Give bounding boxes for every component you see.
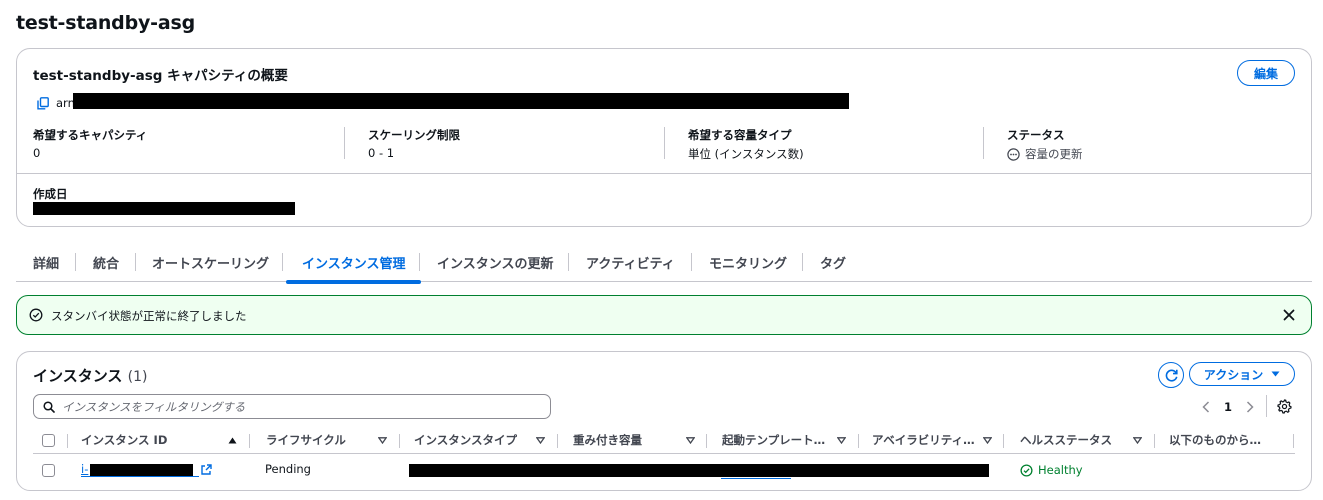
chevron-right-icon[interactable] xyxy=(1246,401,1254,413)
tab-activity[interactable]: アクティビティ xyxy=(586,242,675,282)
created-date-value-redacted xyxy=(33,202,295,215)
sort-icon[interactable] xyxy=(686,437,695,444)
divider xyxy=(983,127,984,159)
scaling-limits-value: 0 - 1 xyxy=(368,146,395,160)
divider xyxy=(17,173,1311,174)
column-divider xyxy=(858,434,859,448)
chevron-left-icon[interactable] xyxy=(1202,401,1210,413)
edit-button[interactable]: 編集 xyxy=(1237,60,1295,86)
tab-tags[interactable]: タグ xyxy=(820,242,846,282)
tab-details[interactable]: 詳細 xyxy=(33,242,59,282)
external-link-icon[interactable] xyxy=(201,464,212,475)
created-date-label: 作成日 xyxy=(33,187,68,201)
instances-count: (1) xyxy=(127,369,148,385)
created-date-field: 作成日 xyxy=(33,186,68,202)
gear-icon[interactable] xyxy=(1277,399,1292,414)
column-divider xyxy=(67,434,68,448)
column-header-availability-zone[interactable]: アベイラビリティ… xyxy=(872,432,975,448)
health-status-cell: Healthy xyxy=(1020,463,1083,477)
refresh-icon xyxy=(1165,369,1178,382)
success-flash-message: スタンバイ状態が正常に終了しました xyxy=(16,295,1312,335)
capacity-overview-title: test-standby-asg キャパシティの概要 xyxy=(33,68,288,84)
row-details-redacted xyxy=(409,464,989,477)
desired-capacity-value: 0 xyxy=(33,146,41,160)
divider xyxy=(1266,395,1267,417)
refresh-button[interactable] xyxy=(1158,362,1184,388)
instance-id-underline xyxy=(81,476,199,477)
caret-down-icon xyxy=(1271,371,1280,377)
capacity-type-field: 希望する容量タイプ 単位 (インスタンス数) xyxy=(688,127,804,162)
tab-divider xyxy=(802,253,803,271)
tab-divider xyxy=(135,253,136,271)
column-header-instance-id[interactable]: インスタンス ID xyxy=(81,432,167,448)
close-icon[interactable] xyxy=(1281,307,1297,323)
sort-ascending-icon[interactable] xyxy=(228,437,237,444)
capacity-overview-panel: test-standby-asg キャパシティの概要 編集 arn: 希望するキ… xyxy=(16,48,1312,227)
sort-icon[interactable] xyxy=(983,437,992,444)
tab-divider xyxy=(282,253,283,271)
tab-instance-refresh[interactable]: インスタンスの更新 xyxy=(437,242,553,282)
tab-instance-management[interactable]: インスタンス管理 xyxy=(285,242,423,284)
tab-divider xyxy=(691,253,692,271)
sort-icon[interactable] xyxy=(1133,437,1142,444)
flash-message-text: スタンバイ状態が正常に終了しました xyxy=(51,309,247,323)
lifecycle-cell: Pending xyxy=(265,462,311,476)
column-divider xyxy=(706,434,707,448)
tab-automatic-scaling[interactable]: オートスケーリング xyxy=(152,242,269,282)
pagination: 1 xyxy=(1202,399,1254,415)
divider xyxy=(664,127,665,159)
tab-divider xyxy=(75,253,76,271)
launch-template-link-underline xyxy=(721,478,791,479)
sort-icon[interactable] xyxy=(378,437,387,444)
page-number[interactable]: 1 xyxy=(1224,400,1232,414)
check-circle-icon xyxy=(1020,463,1033,477)
status-value: 容量の更新 xyxy=(1007,146,1083,162)
scaling-limits-label: スケーリング制限 xyxy=(368,128,460,142)
tab-divider xyxy=(568,253,569,271)
column-header-launch-template[interactable]: 起動テンプレート… xyxy=(722,432,825,448)
tab-bar: 詳細 統合 オートスケーリング インスタンス管理 インスタンスの更新 アクティビ… xyxy=(16,242,1312,284)
column-header-protected-from[interactable]: 以下のものから… xyxy=(1169,432,1261,448)
sort-icon[interactable] xyxy=(837,437,846,444)
tab-integrations[interactable]: 統合 xyxy=(93,242,119,282)
table-header-row: インスタンス ID ライフサイクル インスタンスタイプ 重み付き容量 起動テンプ… xyxy=(33,428,1295,454)
check-circle-icon xyxy=(29,308,43,322)
column-header-weighted-capacity[interactable]: 重み付き容量 xyxy=(573,432,642,448)
column-divider xyxy=(249,434,250,448)
desired-capacity-label: 希望するキャパシティ xyxy=(33,128,148,142)
instance-search-input[interactable] xyxy=(62,395,532,418)
capacity-type-value: 単位 (インスタンス数) xyxy=(688,147,804,161)
column-header-instance-type[interactable]: インスタンスタイプ xyxy=(414,432,517,448)
divider xyxy=(344,127,345,159)
status-label: ステータス xyxy=(1007,128,1065,142)
capacity-type-label: 希望する容量タイプ xyxy=(688,128,792,142)
instance-filter xyxy=(33,394,551,419)
column-header-lifecycle[interactable]: ライフサイクル xyxy=(266,432,346,448)
column-divider xyxy=(1003,434,1004,448)
row-select-checkbox[interactable] xyxy=(42,464,55,477)
page-title: test-standby-asg xyxy=(16,12,195,34)
search-icon xyxy=(43,401,55,413)
instance-id-link[interactable]: i- xyxy=(81,462,88,476)
instances-title: インスタンス (1) xyxy=(33,367,148,385)
tab-monitoring[interactable]: モニタリング xyxy=(709,242,787,282)
column-header-health-status[interactable]: ヘルスステータス xyxy=(1020,432,1112,448)
column-divider xyxy=(1154,434,1155,448)
desired-capacity-field: 希望するキャパシティ 0 xyxy=(33,127,147,160)
select-all-checkbox[interactable] xyxy=(42,434,55,447)
actions-dropdown-button[interactable]: アクション xyxy=(1189,362,1295,386)
scaling-limits-field: スケーリング制限 0 - 1 xyxy=(368,127,460,160)
status-in-progress-icon xyxy=(1007,147,1020,161)
instances-panel: インスタンス (1) アクション 1 インスタンス ID ライフサイクル xyxy=(16,351,1312,491)
sort-icon[interactable] xyxy=(536,437,545,444)
column-divider xyxy=(399,434,400,448)
column-divider xyxy=(1293,434,1294,448)
tab-divider xyxy=(419,253,420,271)
status-field: ステータス 容量の更新 xyxy=(1007,127,1083,162)
column-divider xyxy=(557,434,558,448)
arn-value-redacted xyxy=(73,93,849,109)
copy-icon[interactable] xyxy=(37,97,49,110)
instance-id-cell: i- xyxy=(81,462,88,476)
